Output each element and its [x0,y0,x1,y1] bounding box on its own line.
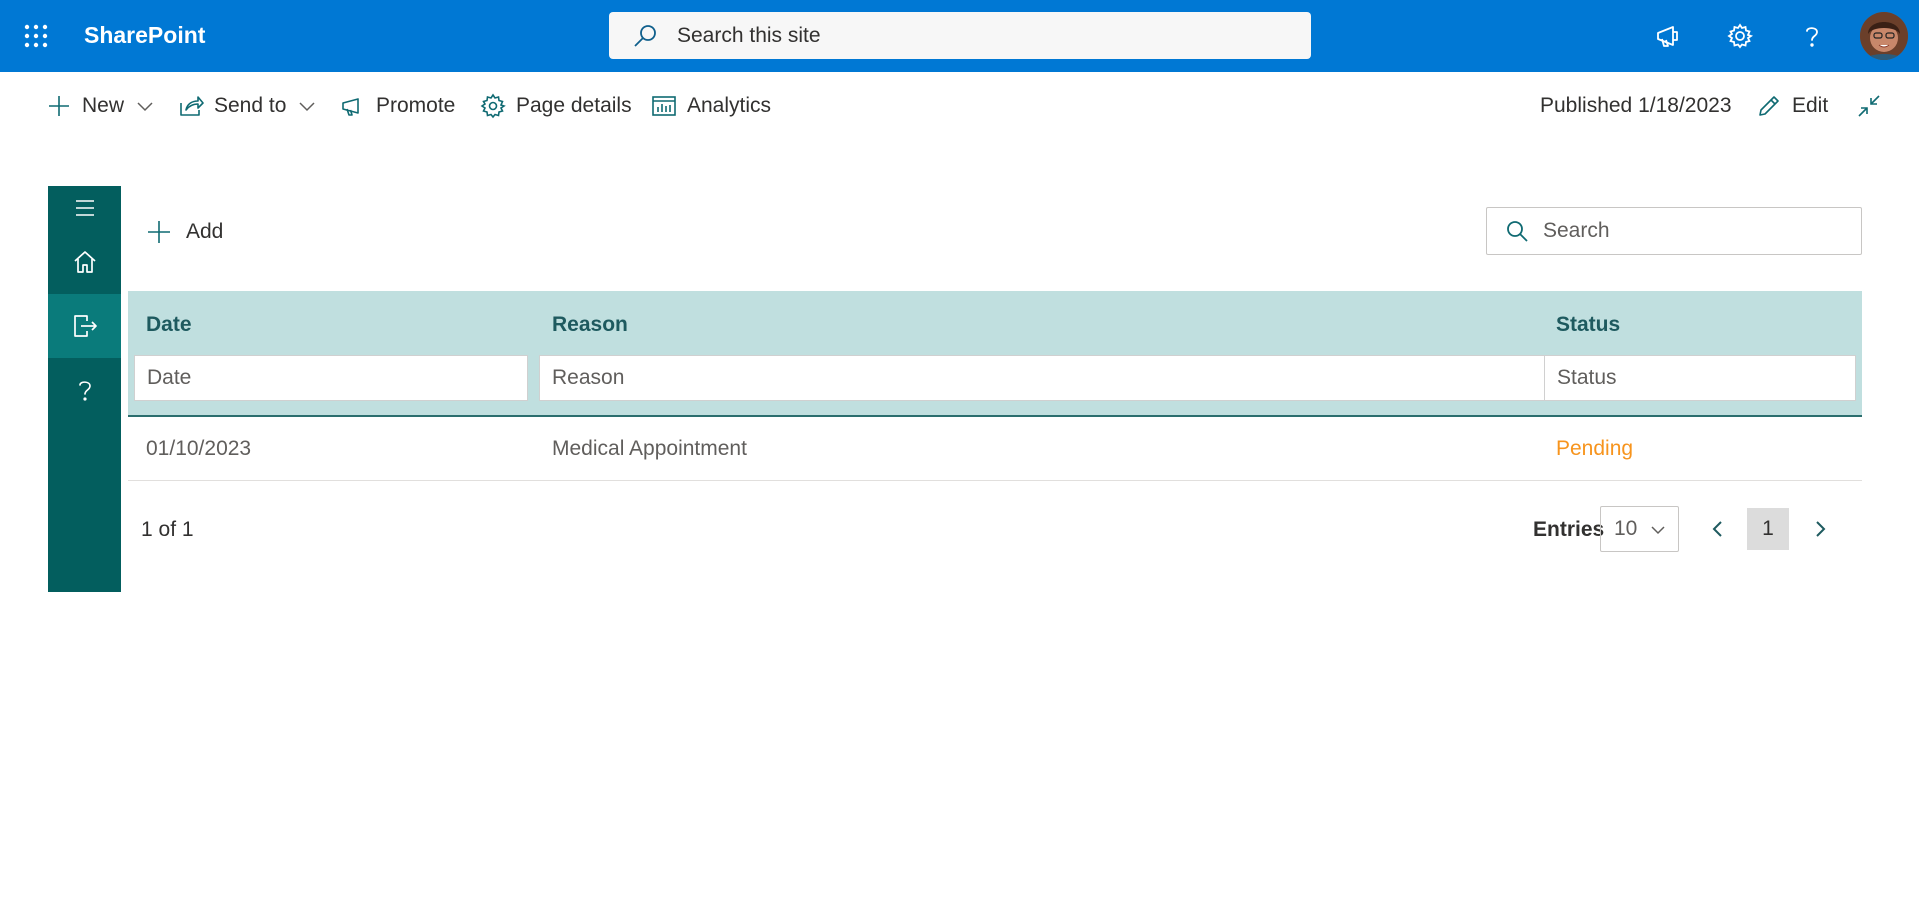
send-to-label: Send to [214,94,287,117]
home-icon [73,251,96,273]
add-label: Add [186,220,224,243]
page-details-label: Page details [516,94,632,117]
analytics-label: Analytics [687,94,772,117]
entries-label: Entries [1533,518,1605,541]
help-button[interactable] [1790,14,1834,58]
reason-cell: Medical Appointment [552,437,747,460]
add-item-button[interactable]: Add [146,214,223,250]
nav-help-button[interactable] [48,358,121,422]
menu-icon [75,200,94,216]
new-label: New [82,94,125,117]
pencil-icon [1759,96,1779,116]
gear-icon [480,93,506,119]
gear-icon [1727,23,1754,49]
list-search-box[interactable] [1486,207,1862,255]
search-icon [1507,221,1528,242]
collapse-button[interactable] [1856,80,1892,132]
app-left-nav [48,186,121,592]
status-cell: Pending [1556,437,1634,460]
settings-button[interactable] [1718,14,1762,58]
analytics-icon [652,96,676,116]
promote-label: Promote [376,94,456,117]
collapse-icon [1858,95,1880,117]
promote-button[interactable]: Promote [340,80,455,132]
nav-menu-button[interactable] [48,186,121,230]
site-search-input[interactable] [677,23,1237,48]
page-details-button[interactable]: Page details [480,80,632,132]
megaphone-icon [342,98,359,116]
sign-out-icon [73,315,97,337]
search-icon [634,24,656,47]
next-page-button[interactable] [1799,508,1841,550]
reason-filter-input[interactable] [539,355,1545,401]
nav-home-button[interactable] [48,230,121,294]
status-filter-input[interactable] [1544,355,1856,401]
previous-page-button[interactable] [1697,508,1739,550]
record-count: 1 of 1 [141,518,194,541]
table-header: Date Reason Status [128,291,1862,417]
plus-icon [49,96,69,116]
column-header-date[interactable]: Date [146,313,192,337]
help-icon [1806,27,1818,47]
command-bar: New Send to Promote Page details Analyti… [0,80,1919,132]
table-row[interactable]: 01/10/2023 Medical Appointment Pending [128,417,1862,481]
analytics-button[interactable]: Analytics [651,80,771,132]
chevron-down-icon [299,102,315,112]
entries-dropdown[interactable]: 10 [1600,506,1679,552]
nav-sign-out-button[interactable] [48,294,121,358]
new-button[interactable]: New [46,80,154,132]
chevron-down-icon [137,102,153,112]
avatar[interactable] [1860,12,1908,60]
app-title[interactable]: SharePoint [84,22,205,49]
megaphone-icon [1657,26,1678,47]
share-icon [180,96,204,116]
edit-button[interactable]: Edit [1756,80,1828,132]
user-photo-icon [1860,12,1908,60]
list-search-input[interactable] [1543,219,1843,243]
plus-icon [148,221,170,243]
chevron-left-icon [1712,521,1722,537]
published-date: Published 1/18/2023 [1540,94,1732,117]
date-filter-input[interactable] [134,355,528,401]
whats-new-button[interactable] [1646,14,1690,58]
column-header-status[interactable]: Status [1556,313,1620,337]
page-number-button[interactable]: 1 [1747,508,1789,550]
entries-value: 10 [1614,517,1638,540]
app-launcher-button[interactable] [18,18,54,54]
site-search-box[interactable] [609,12,1311,59]
column-header-reason[interactable]: Reason [552,313,628,337]
app-launcher-icon [24,24,48,48]
date-cell: 01/10/2023 [146,437,252,460]
chevron-right-icon [1816,521,1826,537]
edit-label: Edit [1792,94,1829,117]
help-icon [78,381,91,401]
chevron-down-icon [1651,526,1665,535]
send-to-button[interactable]: Send to [178,80,316,132]
suite-bar: SharePoint [0,0,1919,72]
